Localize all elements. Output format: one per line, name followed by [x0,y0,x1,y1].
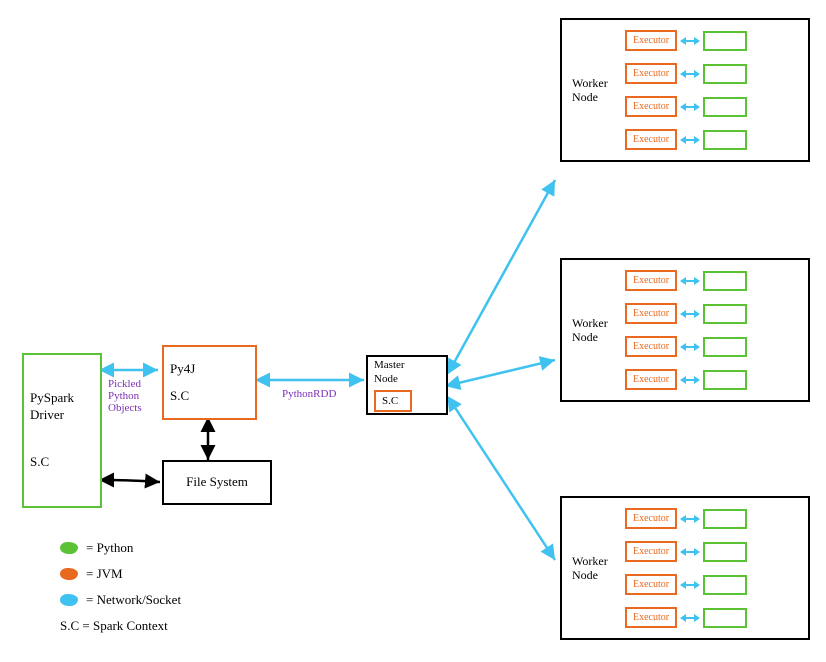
worker-label: Worker Node [572,554,617,583]
blob-icon-blue [60,594,78,606]
master-sc: S.C [374,390,412,412]
pythonrdd-label: PythonRDD [282,388,336,400]
python-process-box [703,271,747,291]
executor-row: Executor [625,508,747,529]
executor-box: Executor [625,30,677,51]
master-title: Master Node [374,358,440,387]
python-process-box [703,575,747,595]
py4j-title: Py4J [170,361,249,378]
pyspark-driver-box: PySpark Driver S.C [22,353,102,508]
executor-box: Executor [625,63,677,84]
bidir-arrow-icon [682,547,698,557]
executor-row: Executor [625,369,747,390]
executor-box: Executor [625,303,677,324]
executor-row: Executor [625,63,747,84]
executor-row: Executor [625,96,747,117]
executor-box: Executor [625,129,677,150]
executor-box: Executor [625,541,677,562]
bidir-arrow-icon [682,135,698,145]
python-process-box [703,130,747,150]
py4j-box: Py4J S.C [162,345,257,420]
legend-python: = Python [60,540,181,556]
executor-row: Executor [625,129,747,150]
executor-row: Executor [625,336,747,357]
python-process-box [703,31,747,51]
python-process-box [703,304,747,324]
executor-box: Executor [625,336,677,357]
driver-sc: S.C [30,454,94,471]
python-process-box [703,509,747,529]
executor-box: Executor [625,96,677,117]
executor-box: Executor [625,270,677,291]
python-process-box [703,608,747,628]
bidir-arrow-icon [682,613,698,623]
python-process-box [703,542,747,562]
driver-title: PySpark Driver [30,390,94,424]
pickled-label: Pickled Python Objects [108,378,142,414]
python-process-box [703,97,747,117]
executor-row: Executor [625,30,747,51]
executor-box: Executor [625,508,677,529]
legend-sc: S.C = Spark Context [60,618,181,634]
bidir-arrow-icon [682,69,698,79]
filesystem-box: File System [162,460,272,505]
master-node-box: Master Node S.C [366,355,448,415]
worker-label: Worker Node [572,316,617,345]
bidir-arrow-icon [682,375,698,385]
python-process-box [703,337,747,357]
bidir-arrow-icon [682,36,698,46]
python-process-box [703,64,747,84]
executor-box: Executor [625,369,677,390]
executor-row: Executor [625,270,747,291]
py4j-sc: S.C [170,388,249,405]
worker-node-1: Worker Node Executor Executor Executor E… [560,18,810,162]
legend: = Python = JVM = Network/Socket S.C = Sp… [60,540,181,644]
executor-row: Executor [625,607,747,628]
bidir-arrow-icon [682,102,698,112]
bidir-arrow-icon [682,276,698,286]
legend-jvm: = JVM [60,566,181,582]
blob-icon-orange [60,568,78,580]
worker-label: Worker Node [572,76,617,105]
executor-row: Executor [625,303,747,324]
bidir-arrow-icon [682,514,698,524]
worker-node-3: Worker Node Executor Executor Executor E… [560,496,810,640]
worker-node-2: Worker Node Executor Executor Executor E… [560,258,810,402]
executor-box: Executor [625,607,677,628]
bidir-arrow-icon [682,342,698,352]
blob-icon-green [60,542,78,554]
python-process-box [703,370,747,390]
bidir-arrow-icon [682,580,698,590]
legend-network: = Network/Socket [60,592,181,608]
executor-row: Executor [625,541,747,562]
bidir-arrow-icon [682,309,698,319]
executor-box: Executor [625,574,677,595]
executor-row: Executor [625,574,747,595]
filesystem-label: File System [186,474,248,491]
